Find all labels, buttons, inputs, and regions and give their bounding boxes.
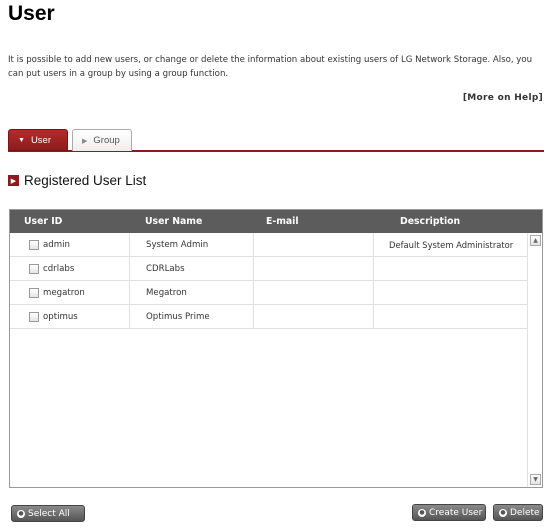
vertical-scrollbar[interactable]: ▲ ▼ bbox=[527, 233, 542, 487]
scroll-down-icon[interactable]: ▼ bbox=[530, 474, 541, 485]
arrow-right-icon: ▶ bbox=[8, 175, 19, 186]
user-id: megatron bbox=[43, 288, 85, 298]
user-name: Optimus Prime bbox=[129, 305, 253, 329]
row-checkbox[interactable] bbox=[29, 240, 39, 250]
triangle-right-icon: ▶ bbox=[82, 137, 88, 145]
user-description: Default System Administrator bbox=[373, 233, 528, 257]
select-all-button[interactable]: ● Select All bbox=[11, 505, 85, 522]
user-name: Megatron bbox=[129, 281, 253, 305]
column-header-description[interactable]: Description bbox=[400, 216, 460, 227]
user-description bbox=[373, 257, 528, 281]
table-row[interactable]: admin System Admin Default System Admini… bbox=[10, 233, 528, 257]
user-email bbox=[253, 281, 373, 305]
user-description bbox=[373, 305, 528, 329]
user-id: admin bbox=[43, 240, 70, 250]
create-user-label: Create User bbox=[429, 507, 483, 518]
user-email bbox=[253, 305, 373, 329]
column-header-user-name[interactable]: User Name bbox=[145, 216, 202, 227]
tab-group[interactable]: ▶ Group bbox=[72, 129, 132, 151]
bullet-icon: ● bbox=[499, 508, 507, 517]
tab-user[interactable]: ▼ User bbox=[8, 129, 68, 151]
user-list-table: User ID User Name E-mail Description adm… bbox=[9, 209, 543, 488]
user-email bbox=[253, 257, 373, 281]
user-email bbox=[253, 233, 373, 257]
triangle-down-icon: ▼ bbox=[18, 136, 25, 144]
bullet-icon: ● bbox=[418, 508, 426, 517]
user-id: cdrlabs bbox=[43, 264, 75, 274]
bullet-icon: ● bbox=[17, 509, 25, 518]
select-all-label: Select All bbox=[28, 508, 70, 519]
more-on-help-link[interactable]: [More on Help] bbox=[463, 93, 543, 103]
user-name: System Admin bbox=[129, 233, 253, 257]
tab-group-label: Group bbox=[93, 135, 120, 146]
page-title: User bbox=[8, 2, 55, 25]
user-name: CDRLabs bbox=[129, 257, 253, 281]
table-header: User ID User Name E-mail Description bbox=[10, 210, 542, 233]
table-body: admin System Admin Default System Admini… bbox=[10, 233, 528, 329]
scroll-up-icon[interactable]: ▲ bbox=[530, 235, 541, 246]
create-user-button[interactable]: ● Create User bbox=[412, 504, 486, 521]
column-header-email[interactable]: E-mail bbox=[266, 216, 299, 227]
column-header-user-id[interactable]: User ID bbox=[24, 216, 62, 227]
row-checkbox[interactable] bbox=[29, 264, 39, 274]
delete-button[interactable]: ● Delete bbox=[493, 504, 543, 521]
row-checkbox[interactable] bbox=[29, 288, 39, 298]
table-row[interactable]: megatron Megatron bbox=[10, 281, 528, 305]
intro-text: It is possible to add new users, or chan… bbox=[8, 55, 533, 79]
user-description bbox=[373, 281, 528, 305]
section-title-label: Registered User List bbox=[24, 173, 147, 188]
delete-label: Delete bbox=[510, 507, 540, 518]
user-id: optimus bbox=[43, 312, 78, 322]
table-row[interactable]: optimus Optimus Prime bbox=[10, 305, 528, 329]
table-row[interactable]: cdrlabs CDRLabs bbox=[10, 257, 528, 281]
section-title: ▶ Registered User List bbox=[8, 173, 146, 188]
tab-user-label: User bbox=[30, 134, 51, 146]
tab-bar: ▼ User ▶ Group bbox=[8, 129, 544, 152]
row-checkbox[interactable] bbox=[29, 312, 39, 322]
